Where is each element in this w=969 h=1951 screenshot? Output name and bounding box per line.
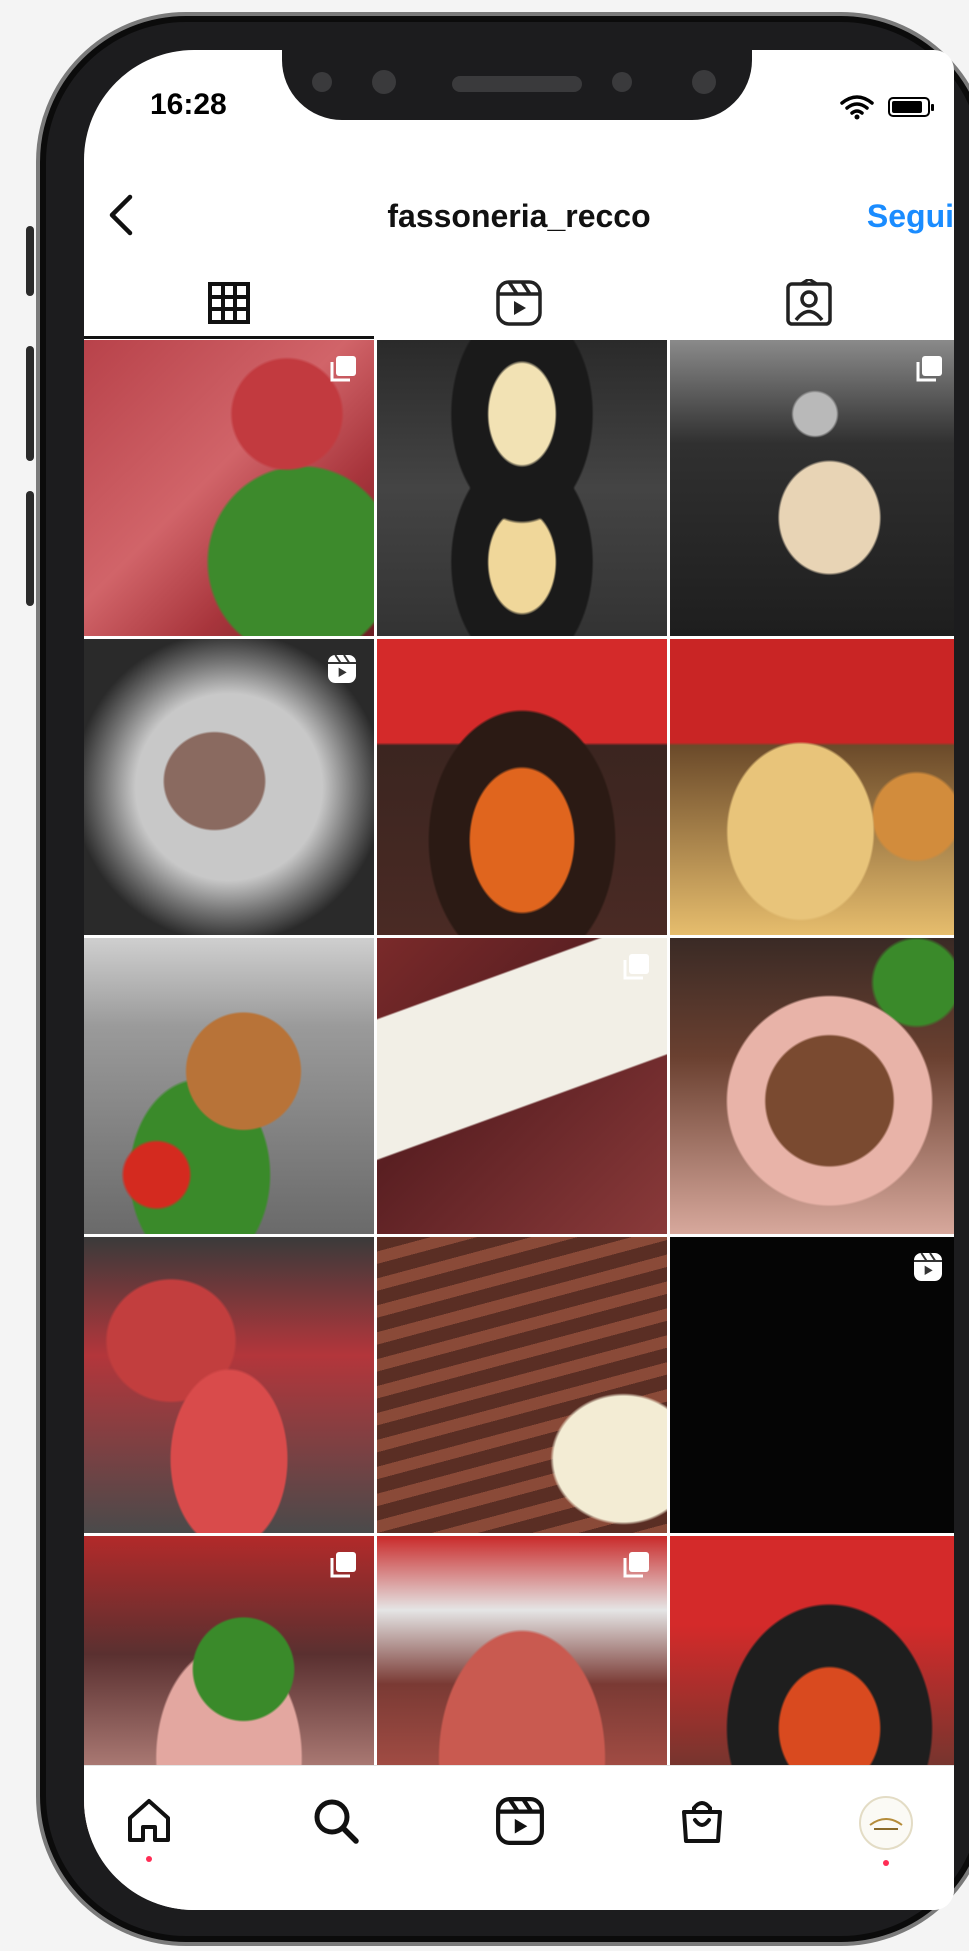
multi-post-icon xyxy=(328,354,358,389)
nav-search[interactable] xyxy=(296,1796,376,1876)
grid-icon xyxy=(208,281,250,324)
reel-icon xyxy=(326,653,358,690)
mute-switch xyxy=(26,226,34,296)
profile-avatar xyxy=(859,1796,913,1850)
grid-post-1[interactable] xyxy=(84,340,374,636)
tab-reels[interactable] xyxy=(374,265,664,340)
bottom-nav xyxy=(84,1765,954,1910)
profile-username: fassoneria_recco xyxy=(387,198,651,234)
status-icons xyxy=(840,94,934,120)
profile-header: fassoneria_recco Segui xyxy=(84,180,954,250)
profile-tabs xyxy=(84,265,954,340)
post-grid xyxy=(84,340,954,1832)
follow-button[interactable]: Segui xyxy=(867,198,954,235)
grid-post-11[interactable] xyxy=(377,1237,667,1533)
status-time: 16:28 xyxy=(150,88,227,121)
reel-icon xyxy=(912,1251,944,1288)
notch xyxy=(282,50,752,120)
home-icon xyxy=(128,1799,170,1842)
multi-post-icon xyxy=(914,354,944,389)
grid-post-7[interactable] xyxy=(84,938,374,1234)
tab-tagged[interactable] xyxy=(664,265,954,340)
nav-reels[interactable] xyxy=(480,1796,560,1876)
grid-post-12[interactable] xyxy=(670,1237,954,1533)
reels-icon xyxy=(496,279,542,326)
battery-icon xyxy=(888,97,934,117)
nav-profile[interactable] xyxy=(846,1796,926,1876)
active-tab-indicator xyxy=(84,336,374,339)
multi-post-icon xyxy=(328,1550,358,1585)
volume-up-button xyxy=(26,346,34,461)
wifi-icon xyxy=(840,95,874,120)
grid-post-4[interactable] xyxy=(84,639,374,935)
grid-post-9[interactable] xyxy=(670,938,954,1234)
logo-icon xyxy=(869,1818,903,1830)
multi-post-icon xyxy=(621,1550,651,1585)
nav-home[interactable] xyxy=(109,1796,189,1876)
grid-post-2[interactable] xyxy=(377,340,667,636)
grid-post-8[interactable] xyxy=(377,938,667,1234)
screen: 16:28 fassoneria_recco Segui xyxy=(84,50,954,1910)
multi-post-icon xyxy=(621,952,651,987)
nav-shop[interactable] xyxy=(662,1796,742,1876)
grid-post-6[interactable] xyxy=(670,639,954,935)
search-icon xyxy=(314,1799,359,1844)
tagged-person-icon xyxy=(786,278,832,326)
volume-down-button xyxy=(26,491,34,606)
tab-posts[interactable] xyxy=(84,265,374,340)
grid-post-10[interactable] xyxy=(84,1237,374,1533)
grid-post-5[interactable] xyxy=(377,639,667,935)
reels-icon xyxy=(496,1797,544,1845)
notification-dot xyxy=(883,1860,889,1866)
notification-dot xyxy=(146,1856,152,1862)
grid-post-3[interactable] xyxy=(670,340,954,636)
shop-bag-icon xyxy=(682,1801,722,1843)
